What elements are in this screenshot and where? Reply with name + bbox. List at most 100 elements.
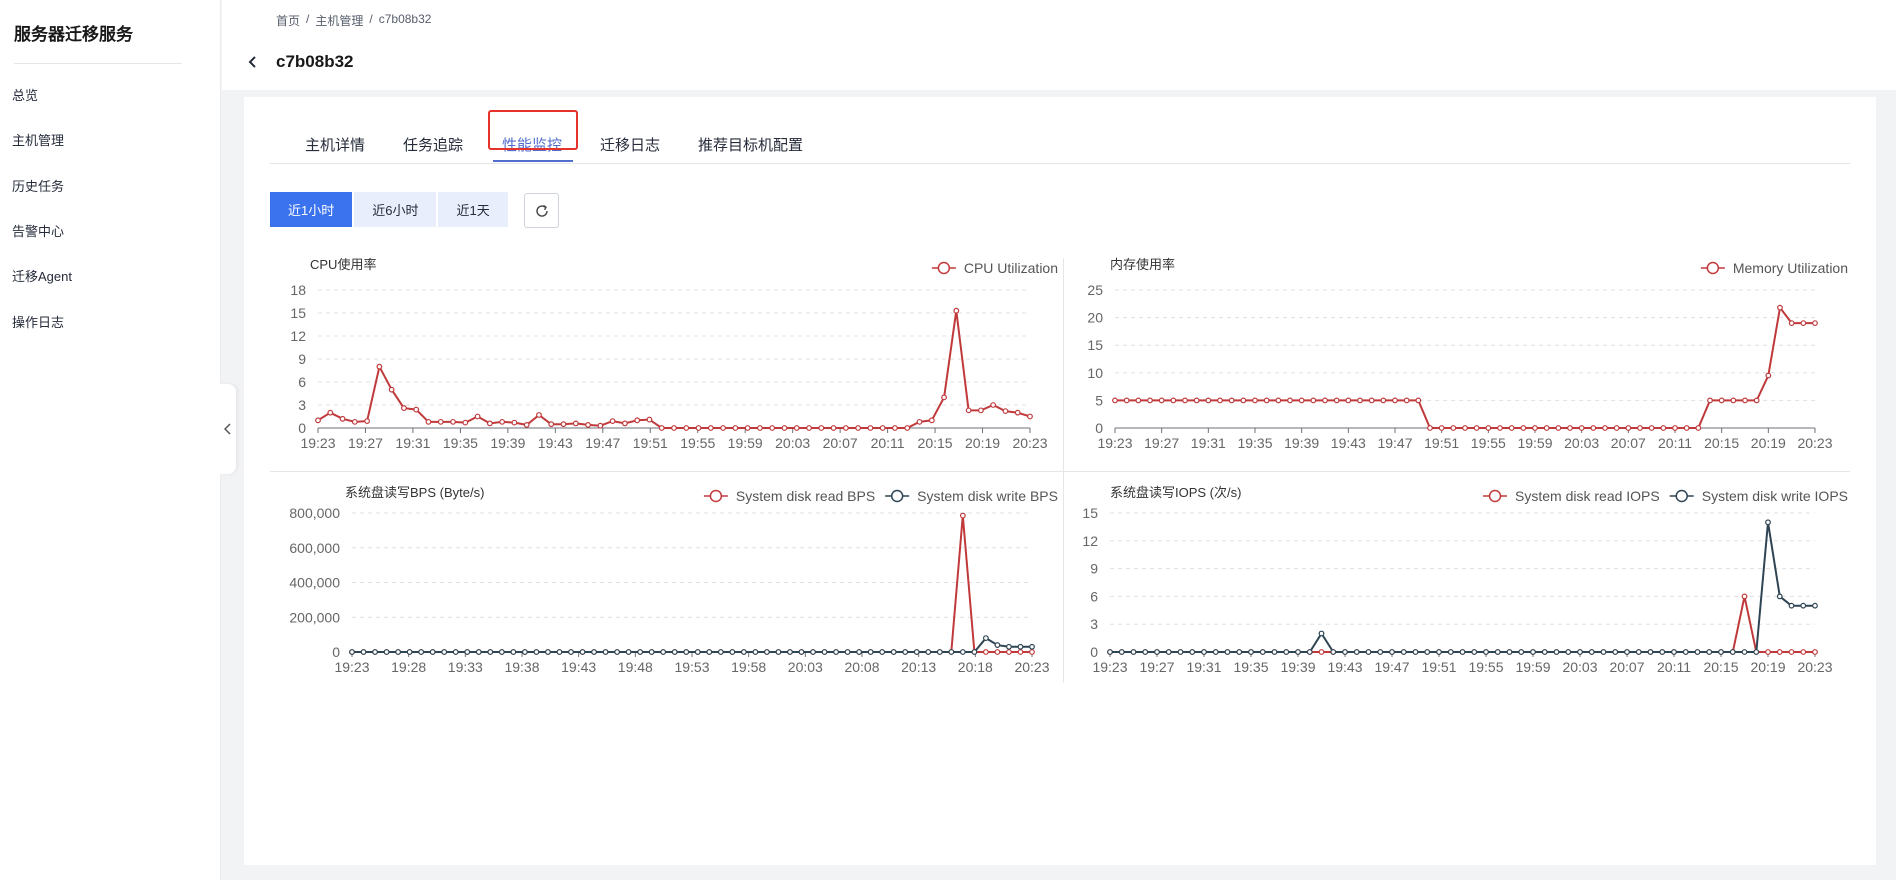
data-point [1565,649,1572,655]
legend-label: System disk read IOPS [1515,488,1660,504]
legend-item-cpu-utilization: CPU Utilization [931,260,1058,276]
sidebar-item-overview[interactable]: 总览 [12,85,38,104]
data-point [1295,649,1301,655]
data-point [1027,413,1033,420]
sidebar-item-host-management[interactable]: 主机管理 [12,130,64,149]
range-1-hour-button[interactable]: 近1小时 [270,192,353,227]
x-tick-label: 19:58 [731,659,766,675]
data-point [913,649,920,655]
data-point [315,417,321,424]
data-point [1682,649,1689,655]
legend-label: System disk write IOPS [1702,488,1848,504]
data-point [798,649,805,655]
y-tick-label: 12 [1082,533,1098,549]
data-point [1765,649,1771,655]
legend-marker [1488,489,1502,503]
data-point [1228,397,1235,404]
data-point [844,649,851,655]
sidebar-item-operation-log[interactable]: 操作日志 [12,312,64,331]
data-point [1006,649,1012,655]
data-point [406,649,413,655]
data-point [395,649,402,655]
range-1-day-button[interactable]: 近1天 [438,192,508,227]
data-point [660,649,667,655]
x-tick-label: 19:35 [443,435,478,451]
data-point [1543,425,1550,431]
x-tick-label: 20:03 [775,435,810,451]
data-point [498,649,505,655]
data-point [683,649,690,655]
chart-divider-horizontal [270,471,1850,472]
data-point [1613,425,1620,431]
tab-host-details[interactable]: 主机详情 [305,134,365,155]
x-tick-label: 20:19 [1751,435,1786,451]
series-line-memory-utilization [1115,305,1815,429]
data-point [560,421,567,428]
y-tick-label: 3 [298,397,306,413]
breadcrumb-host-management[interactable]: 主机管理 [315,12,363,29]
data-point [533,649,540,655]
data-point [1217,397,1223,404]
data-point [990,402,997,408]
data-point [830,425,837,431]
data-point [609,418,616,425]
tab-migration-log[interactable]: 迁移日志 [600,134,660,155]
tab-performance-monitoring[interactable]: 性能监控 [502,134,562,155]
legend-marker [1675,489,1688,503]
data-point [499,418,506,425]
y-tick-label: 0 [332,644,340,660]
sidebar-item-migration-agent[interactable]: 迁移Agent [12,266,72,285]
data-point [707,425,714,431]
data-point [977,407,984,414]
tab-task-tracking[interactable]: 任务追踪 [403,134,463,155]
disk-bps-chart: 系统盘读写BPS (Byte/s) System disk write BPS Sy… [270,478,1060,688]
x-tick-label: 19:43 [1327,659,1362,675]
data-point [1729,649,1736,655]
data-point [1389,649,1395,655]
data-point [413,406,420,413]
x-tick-label: 19:27 [1139,659,1174,675]
y-tick-label: 20 [1087,310,1103,326]
data-point [890,649,897,655]
data-point [1532,425,1538,431]
tab-recommended-target-config[interactable]: 推荐目标机配置 [698,134,803,155]
data-point [1707,397,1713,404]
cpu-utilization-chart: CPU使用率 CPU Utilization 0 3 6 9 12 15 18 19:23 19:2… [270,250,1060,465]
data-point [1130,649,1137,655]
x-tick-label: 20:15 [1703,659,1738,675]
data-point [953,307,960,314]
data-point [1392,397,1398,404]
legend-marker [890,489,904,503]
data-point [614,649,620,655]
data-point [994,649,1001,655]
y-tick-label: 400,000 [289,575,340,591]
x-tick-label: 20:13 [901,659,936,675]
data-point [1671,649,1677,655]
back-button[interactable] [248,55,258,74]
sidebar-item-history-tasks[interactable]: 历史任务 [12,176,64,195]
data-point [959,649,966,655]
data-point [1248,649,1254,655]
chart-title: 系统盘读写BPS (Byte/s) [345,485,484,500]
x-tick-label: 19:23 [1097,435,1132,451]
data-point [486,420,493,427]
refresh-button[interactable] [524,193,559,228]
breadcrumb-home[interactable]: 首页 [276,12,300,29]
chart-svg: CPU使用率 CPU Utilization 0 3 6 9 12 15 18 19:23 19:2… [290,257,1058,451]
legend-marker [937,261,951,275]
x-tick-label: 20:15 [1704,435,1739,451]
y-tick-label: 0 [1095,420,1103,436]
data-point [364,418,371,425]
sidebar-item-alarm-center[interactable]: 告警中心 [12,221,64,240]
data-point [806,425,812,431]
data-point [474,413,481,420]
data-point [902,649,909,655]
data-point [1298,397,1305,404]
range-6-hours-button[interactable]: 近6小时 [354,192,437,227]
x-tick-label: 19:47 [1374,659,1409,675]
x-tick-label: 19:31 [1186,659,1221,675]
data-point [372,649,378,655]
data-point [1415,397,1422,404]
data-point [916,418,923,425]
sidebar-collapse-button[interactable] [219,384,236,474]
